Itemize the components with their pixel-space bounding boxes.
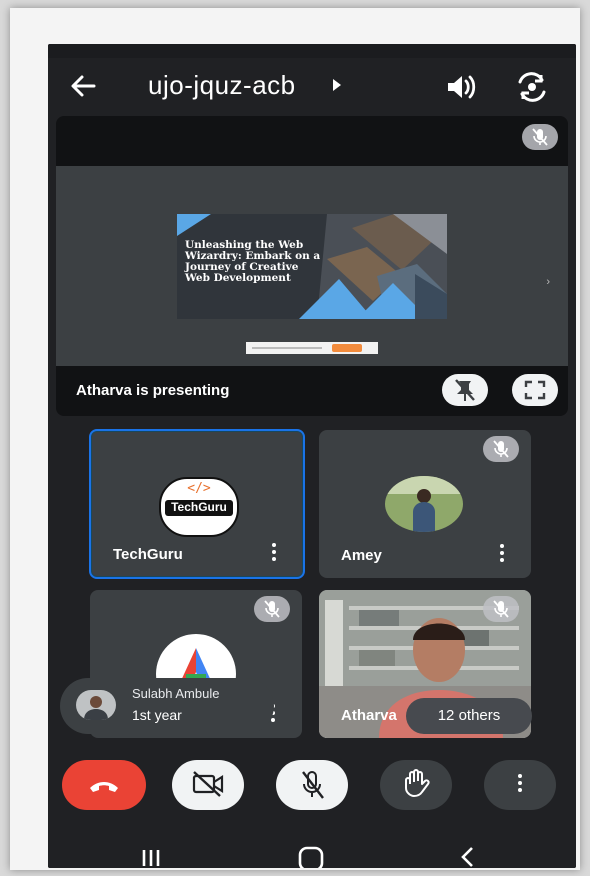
presentation-slide: Unleashing the Web Wizardry: Embark on a… (177, 214, 447, 319)
code-brackets-icon: </> (187, 481, 211, 496)
more-options-button[interactable] (484, 760, 556, 810)
slide-title: Unleashing the Web Wizardry: Embark on a… (185, 239, 321, 284)
fullscreen-icon[interactable] (512, 374, 558, 406)
more-vert-icon (518, 774, 522, 792)
presentation-footer: Atharva is presenting (56, 366, 568, 416)
self-view-pill[interactable]: Sulabh Ambule 1st year (60, 678, 274, 734)
presenter-label: Atharva is presenting (76, 382, 230, 399)
self-name: Sulabh Ambule (132, 686, 220, 701)
mic-off-icon (483, 596, 519, 622)
phone-screen: ujo-jquz-acb Unleashing the Web Wizardry… (48, 44, 576, 868)
top-bar: ujo-jquz-acb (48, 58, 576, 116)
participant-name: TechGuru (113, 546, 183, 563)
end-call-icon (90, 782, 118, 792)
caret-right-icon[interactable] (332, 78, 342, 94)
others-pill[interactable]: 12 others (406, 698, 532, 734)
status-bar (48, 44, 576, 58)
raise-hand-button[interactable] (380, 760, 452, 810)
home-icon[interactable] (298, 846, 324, 868)
avatar (76, 690, 116, 720)
mic-toggle-button[interactable] (276, 760, 348, 810)
device-frame: ujo-jquz-acb Unleashing the Web Wizardry… (10, 8, 580, 870)
others-count: 12 others (437, 707, 501, 724)
hand-raise-icon (405, 769, 430, 797)
participant-name: Amey (341, 547, 382, 564)
meeting-code[interactable]: ujo-jquz-acb (148, 70, 296, 101)
avatar (385, 476, 463, 532)
system-nav-bar (48, 834, 576, 868)
more-vert-icon[interactable] (499, 544, 505, 564)
unpin-icon[interactable] (442, 374, 488, 406)
back-nav-icon[interactable] (458, 846, 478, 868)
chevron-right-icon[interactable]: › (546, 276, 550, 288)
recent-apps-icon[interactable] (140, 848, 162, 868)
logo-text: TechGuru (171, 500, 227, 514)
slide-footer-bar (246, 342, 378, 354)
shared-screen[interactable]: Unleashing the Web Wizardry: Embark on a… (56, 166, 568, 366)
presentation-header-strip (56, 116, 568, 166)
camera-toggle-button[interactable] (172, 760, 244, 810)
mic-off-icon (483, 436, 519, 462)
participant-tile[interactable]: Amey (319, 430, 531, 578)
participant-tile[interactable]: </> TechGuru TechGuru (89, 429, 305, 579)
speaker-icon[interactable] (444, 72, 480, 102)
mic-off-icon (254, 596, 290, 622)
end-call-button[interactable] (62, 760, 146, 810)
techguru-logo: </> TechGuru (159, 477, 239, 537)
switch-camera-icon[interactable] (514, 72, 550, 102)
more-vert-icon[interactable] (271, 543, 277, 563)
participant-name: Atharva (341, 707, 397, 724)
camera-off-icon (192, 771, 224, 797)
self-subtitle: 1st year (132, 707, 182, 723)
back-arrow-icon[interactable] (68, 72, 100, 100)
mic-off-icon (302, 771, 324, 799)
mic-off-icon (522, 124, 558, 150)
